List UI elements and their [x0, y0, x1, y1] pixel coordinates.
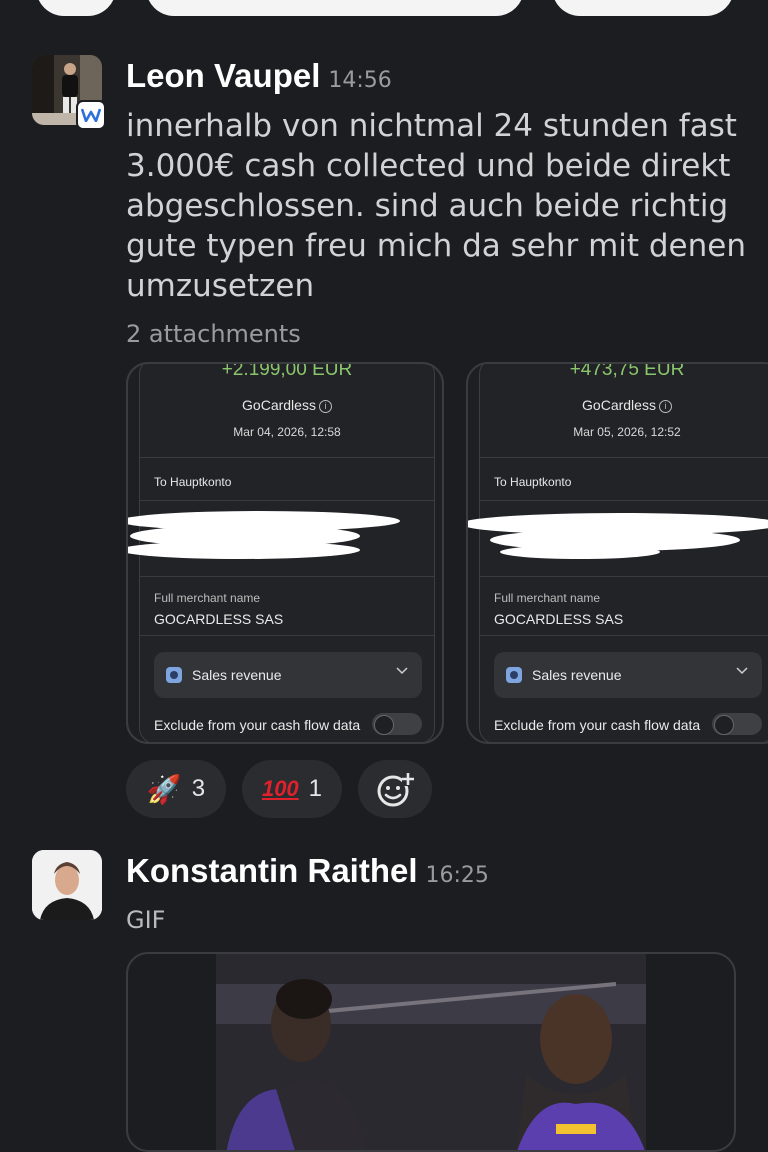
transaction-screenshot: +473,75 EUR GoCardless i Mar 05, 2026, 12…	[468, 362, 768, 742]
category-select: Sales revenue	[494, 652, 762, 698]
full-merchant-label: Full merchant name	[494, 591, 601, 605]
channel-info-pill[interactable]: 5 members · 4 tabs	[146, 0, 524, 16]
gif-label: GIF	[126, 906, 166, 934]
divider	[140, 635, 434, 636]
full-merchant-value: GOCARDLESS SAS	[494, 611, 624, 627]
attachment-image[interactable]: +473,75 EUR GoCardless i Mar 05, 2026, 12…	[466, 362, 768, 744]
to-prefix: To	[154, 475, 167, 489]
divider	[480, 500, 768, 501]
divider	[140, 500, 434, 501]
category-select: Sales revenue	[154, 652, 422, 698]
merchant-text: GoCardless	[242, 397, 316, 413]
info-icon: i	[658, 399, 672, 413]
merchant-name: GoCardless i	[140, 397, 434, 413]
reaction-count: 1	[308, 775, 323, 802]
attachment-image[interactable]: +2.199,00 EUR GoCardless i Mar 04, 2026, …	[126, 362, 444, 744]
to-prefix: To	[494, 475, 507, 489]
category-label: Sales revenue	[532, 667, 622, 683]
transaction-amount: +2.199,00 EUR	[221, 362, 353, 380]
to-account: To Hauptkonto	[494, 475, 571, 489]
exclude-label: Exclude from your cash flow data	[154, 717, 361, 733]
divider	[480, 576, 768, 577]
divider	[140, 457, 434, 458]
to-account-name: Hauptkonto	[170, 475, 232, 489]
channel-action-pill[interactable]	[552, 0, 734, 16]
back-button[interactable]	[36, 0, 116, 16]
full-merchant-label: Full merchant name	[154, 591, 261, 605]
channel-header: 5 members · 4 tabs	[0, 0, 768, 20]
merchant-text: GoCardless	[582, 397, 656, 413]
rocket-icon: 🚀	[146, 773, 182, 805]
author-name[interactable]: Leon Vaupel 14:56	[126, 57, 392, 95]
divider	[480, 457, 768, 458]
author-name-text[interactable]: Leon Vaupel	[126, 57, 320, 94]
workspace-badge-icon	[76, 100, 106, 130]
category-icon	[166, 667, 182, 683]
redaction-scribble	[128, 541, 360, 559]
chevron-down-icon	[396, 667, 408, 675]
divider	[140, 576, 434, 577]
reaction-count: 3	[191, 775, 206, 802]
category-label: Sales revenue	[192, 667, 282, 683]
exclude-toggle	[712, 713, 762, 735]
chevron-down-icon	[736, 667, 748, 675]
hundred-points-icon: 100	[261, 776, 299, 801]
author-name[interactable]: Konstantin Raithel 16:25	[126, 852, 489, 890]
full-merchant-value: GOCARDLESS SAS	[154, 611, 284, 627]
info-icon: i	[318, 399, 332, 413]
to-account: To Hauptkonto	[154, 475, 231, 489]
attachments-label: 2 attachments	[126, 320, 301, 348]
merchant-name: GoCardless i	[480, 397, 768, 413]
redaction-scribble	[500, 545, 660, 559]
exclude-label: Exclude from your cash flow data	[494, 717, 701, 733]
transaction-date: Mar 04, 2026, 12:58	[233, 425, 341, 439]
avatar[interactable]	[32, 850, 102, 920]
reaction-hundred[interactable]: 100 1	[242, 760, 342, 818]
message-text: innerhalb von nichtmal 24 stunden fast 3…	[126, 108, 746, 304]
author-name-text[interactable]: Konstantin Raithel	[126, 852, 418, 889]
transaction-screenshot: +2.199,00 EUR GoCardless i Mar 04, 2026, …	[128, 362, 435, 742]
add-emoji-icon	[377, 773, 414, 807]
transaction-amount: +473,75 EUR	[569, 362, 685, 380]
timestamp: 14:56	[328, 68, 392, 93]
add-reaction-button[interactable]	[358, 760, 432, 818]
divider	[480, 635, 768, 636]
category-icon	[506, 667, 522, 683]
reaction-rocket[interactable]: 🚀 3	[126, 760, 226, 818]
transaction-date: Mar 05, 2026, 12:52	[573, 425, 681, 439]
timestamp: 16:25	[425, 863, 489, 888]
gif-attachment[interactable]	[126, 952, 736, 1152]
exclude-toggle	[372, 713, 422, 735]
to-account-name: Hauptkonto	[510, 475, 572, 489]
gif-image	[216, 954, 646, 1150]
